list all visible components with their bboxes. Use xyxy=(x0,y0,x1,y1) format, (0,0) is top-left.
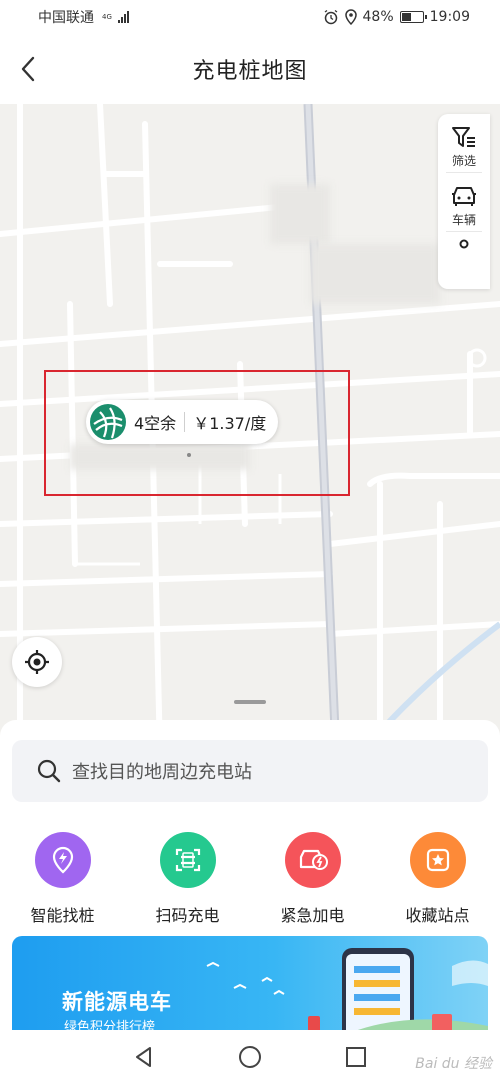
scan-icon xyxy=(159,832,216,888)
carrier-name: 中国联通 xyxy=(38,10,94,26)
car-icon xyxy=(452,186,476,206)
network-type: 4G xyxy=(102,12,112,21)
locate-icon xyxy=(25,650,49,674)
highlight-box xyxy=(44,370,350,496)
nav-back-icon[interactable] xyxy=(131,1044,157,1070)
filter-button[interactable]: 筛选 xyxy=(438,114,490,172)
filter-icon xyxy=(452,127,475,147)
quick-actions: 智能找桩 扫码充电 紧急加电 收藏站点 xyxy=(0,832,500,926)
battery-percent: 48% xyxy=(362,9,394,25)
favorite-stations-button[interactable]: 收藏站点 xyxy=(375,832,500,926)
banner-title: 新能源电车 xyxy=(62,990,172,1014)
smart-find-label: 智能找桩 xyxy=(30,906,95,925)
sheet-drag-handle[interactable] xyxy=(234,700,266,704)
smart-find-button[interactable]: 智能找桩 xyxy=(0,832,125,926)
alarm-icon xyxy=(324,9,337,25)
bottom-sheet: 查找目的地周边充电站 智能找桩 扫码充电 紧急加电 收藏站点 新能源电车 绿色积… xyxy=(0,720,500,1046)
emergency-charge-icon xyxy=(284,832,341,888)
scan-charge-button[interactable]: 扫码充电 xyxy=(125,832,250,926)
emergency-charge-button[interactable]: 紧急加电 xyxy=(250,832,375,926)
map-view[interactable]: 筛选 车辆 4空余 ￥1.37/度 xyxy=(0,104,500,754)
status-right: 48% 19:09 xyxy=(323,9,470,25)
location-icon xyxy=(344,9,357,25)
clock: 19:09 xyxy=(429,9,470,25)
filter-label: 筛选 xyxy=(451,154,476,168)
status-left: 中国联通 4G xyxy=(38,7,129,27)
nav-home-icon[interactable] xyxy=(237,1044,263,1070)
page-title: 充电桩地图 xyxy=(192,59,308,84)
system-nav-bar: Bai du 经验 xyxy=(0,1030,500,1083)
more-control-button[interactable] xyxy=(438,232,490,290)
scan-charge-label: 扫码充电 xyxy=(155,906,220,925)
map-blur-area xyxy=(310,244,440,304)
locate-button[interactable] xyxy=(12,637,62,687)
map-controls: 筛选 车辆 xyxy=(438,114,490,289)
back-arrow-icon[interactable] xyxy=(14,54,44,84)
status-bar: 中国联通 4G 48% 19:09 xyxy=(0,0,500,34)
search-input[interactable]: 查找目的地周边充电站 xyxy=(12,740,488,802)
person-icon xyxy=(459,239,469,248)
battery-icon xyxy=(399,11,427,23)
watermark: Bai du 经验 xyxy=(415,1056,492,1072)
favorite-stations-label: 收藏站点 xyxy=(405,906,470,925)
favorite-star-icon xyxy=(409,832,466,888)
header: 充电桩地图 xyxy=(0,34,500,104)
search-icon xyxy=(37,759,61,783)
smart-find-icon xyxy=(34,832,91,888)
map-blur-area xyxy=(270,184,330,244)
search-placeholder: 查找目的地周边充电站 xyxy=(72,762,252,783)
emergency-charge-label: 紧急加电 xyxy=(280,906,345,925)
signal-icon xyxy=(117,11,129,23)
vehicle-label: 车辆 xyxy=(451,212,476,227)
vehicle-button[interactable]: 车辆 xyxy=(438,173,490,231)
nav-recent-icon[interactable] xyxy=(343,1044,369,1070)
